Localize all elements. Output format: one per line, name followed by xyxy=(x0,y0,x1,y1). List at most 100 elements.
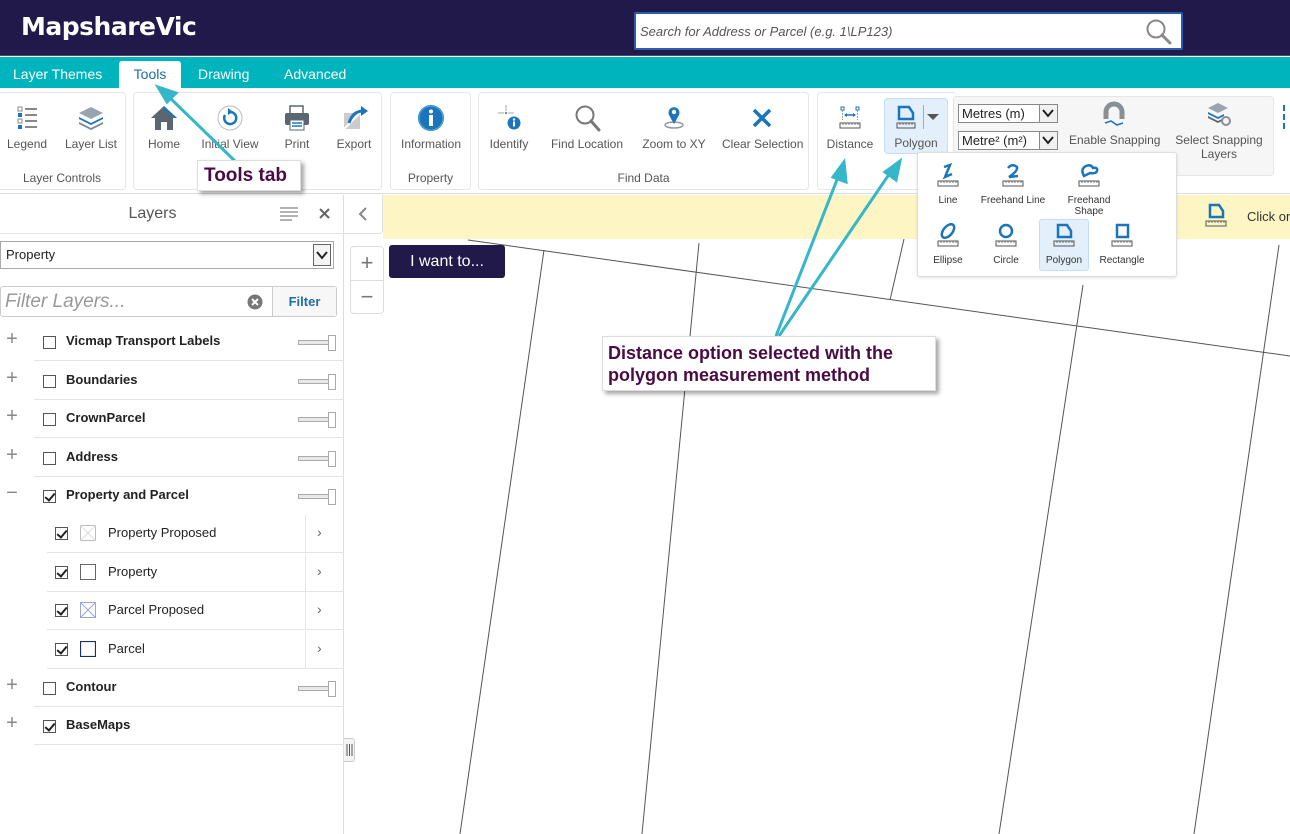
layer-checkbox[interactable] xyxy=(43,490,56,503)
search-input[interactable] xyxy=(640,14,1140,48)
zoom-in-button[interactable]: + xyxy=(351,247,383,280)
menu-item-rectangle[interactable]: Rectangle xyxy=(1092,223,1152,266)
chevron-down-icon[interactable] xyxy=(1039,105,1057,122)
initial-view-button[interactable]: Initial View xyxy=(200,103,260,151)
collapse-minus-icon[interactable]: − xyxy=(5,483,19,503)
layer-row: + CrownParcel xyxy=(0,400,344,438)
print-button[interactable]: Print xyxy=(279,103,315,151)
sublayer-checkbox[interactable] xyxy=(55,527,68,540)
distance-button[interactable]: Distance xyxy=(825,103,875,151)
clear-selection-button[interactable]: Clear Selection xyxy=(722,103,803,151)
find-location-button[interactable]: Find Location xyxy=(549,103,625,151)
search-box[interactable] xyxy=(634,12,1183,50)
distance-label: Distance xyxy=(826,137,874,151)
menu-item-label: Freehand Shape xyxy=(1067,195,1111,217)
opacity-slider[interactable] xyxy=(298,412,336,428)
expand-plus-icon[interactable]: + xyxy=(5,329,19,349)
outline-symbol-icon xyxy=(80,641,96,657)
chevron-down-icon[interactable] xyxy=(1039,132,1057,149)
zoom-out-button[interactable]: − xyxy=(351,281,383,314)
callout-line: polygon measurement method xyxy=(608,365,871,385)
zoom-to-xy-label: Zoom to XY xyxy=(642,137,706,151)
layer-checkbox[interactable] xyxy=(43,413,56,426)
opacity-slider[interactable] xyxy=(298,374,336,390)
layer-name: Property and Parcel xyxy=(66,487,189,502)
opacity-slider[interactable] xyxy=(298,335,336,351)
collapse-panel-button[interactable] xyxy=(344,195,383,234)
sublayer-checkbox[interactable] xyxy=(55,566,68,579)
expand-plus-icon[interactable]: + xyxy=(5,445,19,465)
chevron-down-icon[interactable] xyxy=(927,114,939,120)
expand-plus-icon[interactable]: + xyxy=(5,713,19,733)
opacity-slider[interactable] xyxy=(298,681,336,697)
menu-item-freehand-line[interactable]: Freehand Line xyxy=(978,163,1048,206)
zoom-to-xy-button[interactable]: Zoom to XY xyxy=(641,103,707,151)
layer-row: − Property and Parcel xyxy=(0,477,344,515)
menu-item-label: Freehand Line xyxy=(980,195,1046,206)
chevron-right-icon[interactable]: › xyxy=(317,524,322,540)
enable-snapping-label: Enable Snapping xyxy=(1069,133,1161,147)
layer-checkbox[interactable] xyxy=(43,452,56,465)
enable-snapping-button[interactable]: Enable Snapping xyxy=(1069,101,1161,147)
sublayer-row: Parcel › xyxy=(47,631,344,669)
panel-resize-handle[interactable] xyxy=(344,738,355,762)
expand-plus-icon[interactable]: + xyxy=(5,406,19,426)
menu-item-circle[interactable]: Circle xyxy=(981,223,1031,266)
filter-layers-input[interactable] xyxy=(5,287,240,316)
polygon-icon xyxy=(1053,223,1075,247)
parcel-lines xyxy=(459,238,1290,834)
length-unit-select[interactable]: Metres (m) xyxy=(958,104,1058,123)
menu-lines-icon[interactable] xyxy=(280,206,298,221)
menu-item-freehand-shape[interactable]: Freehand Shape xyxy=(1052,163,1126,217)
next-tool-icon[interactable] xyxy=(1283,105,1290,129)
expand-plus-icon[interactable]: + xyxy=(5,675,19,695)
app-logo[interactable]: MapshareVic xyxy=(21,12,197,41)
menu-item-line[interactable]: Line xyxy=(923,163,973,206)
menu-item-polygon[interactable]: Polygon xyxy=(1039,219,1089,271)
sublayer-checkbox[interactable] xyxy=(55,604,68,617)
tab-layer-themes[interactable]: Layer Themes xyxy=(1,61,114,88)
opacity-slider[interactable] xyxy=(298,451,336,467)
chevron-right-icon[interactable]: › xyxy=(317,601,322,617)
tab-drawing[interactable]: Drawing xyxy=(186,61,261,88)
menu-item-label: Rectangle xyxy=(1099,255,1145,266)
select-snapping-layers-button[interactable]: Select Snapping Layers xyxy=(1174,101,1264,161)
close-icon[interactable] xyxy=(319,208,330,219)
layer-checkbox[interactable] xyxy=(43,720,56,733)
polygon-measure-button[interactable]: Polygon xyxy=(884,98,948,154)
area-unit-select[interactable]: Metre² (m²) xyxy=(958,131,1058,150)
layer-name: Address xyxy=(66,449,119,464)
layer-checkbox[interactable] xyxy=(43,682,56,695)
tab-advanced[interactable]: Advanced xyxy=(272,61,358,88)
chevron-down-icon[interactable] xyxy=(313,244,331,266)
group-title: Find Data xyxy=(617,171,670,185)
layer-checkbox[interactable] xyxy=(43,375,56,388)
menu-item-ellipse[interactable]: Ellipse xyxy=(923,223,973,266)
export-button[interactable]: Export xyxy=(334,103,374,151)
information-button[interactable]: Information xyxy=(399,103,463,151)
layer-row: + Vicmap Transport Labels xyxy=(0,323,344,361)
search-icon[interactable] xyxy=(1145,18,1173,46)
home-button[interactable]: Home xyxy=(146,103,182,151)
chevron-right-icon[interactable]: › xyxy=(317,640,322,656)
grip-icon xyxy=(346,744,353,756)
identify-icon xyxy=(498,105,521,130)
layer-list-button[interactable]: Layer List xyxy=(61,103,121,151)
tab-tools[interactable]: Tools xyxy=(119,61,181,88)
clear-input-icon[interactable] xyxy=(247,294,263,310)
i-want-to-button[interactable]: I want to... xyxy=(389,245,505,278)
sublayer-name: Property xyxy=(108,564,158,579)
freehand-line-icon xyxy=(1002,164,1024,187)
home-label: Home xyxy=(147,137,180,151)
layer-checkbox[interactable] xyxy=(43,336,56,349)
sublayer-checkbox[interactable] xyxy=(55,643,68,656)
opacity-slider[interactable] xyxy=(298,489,336,505)
legend-button[interactable]: Legend xyxy=(7,103,47,151)
filter-button[interactable]: Filter xyxy=(272,287,336,316)
expand-plus-icon[interactable]: + xyxy=(5,368,19,388)
map-view[interactable]: Click or ta + − I want to... xyxy=(344,195,1290,834)
layer-theme-select[interactable]: Property xyxy=(0,241,334,269)
identify-button[interactable]: Identify xyxy=(487,103,531,151)
location-pin-icon xyxy=(664,107,684,129)
chevron-right-icon[interactable]: › xyxy=(317,563,322,579)
